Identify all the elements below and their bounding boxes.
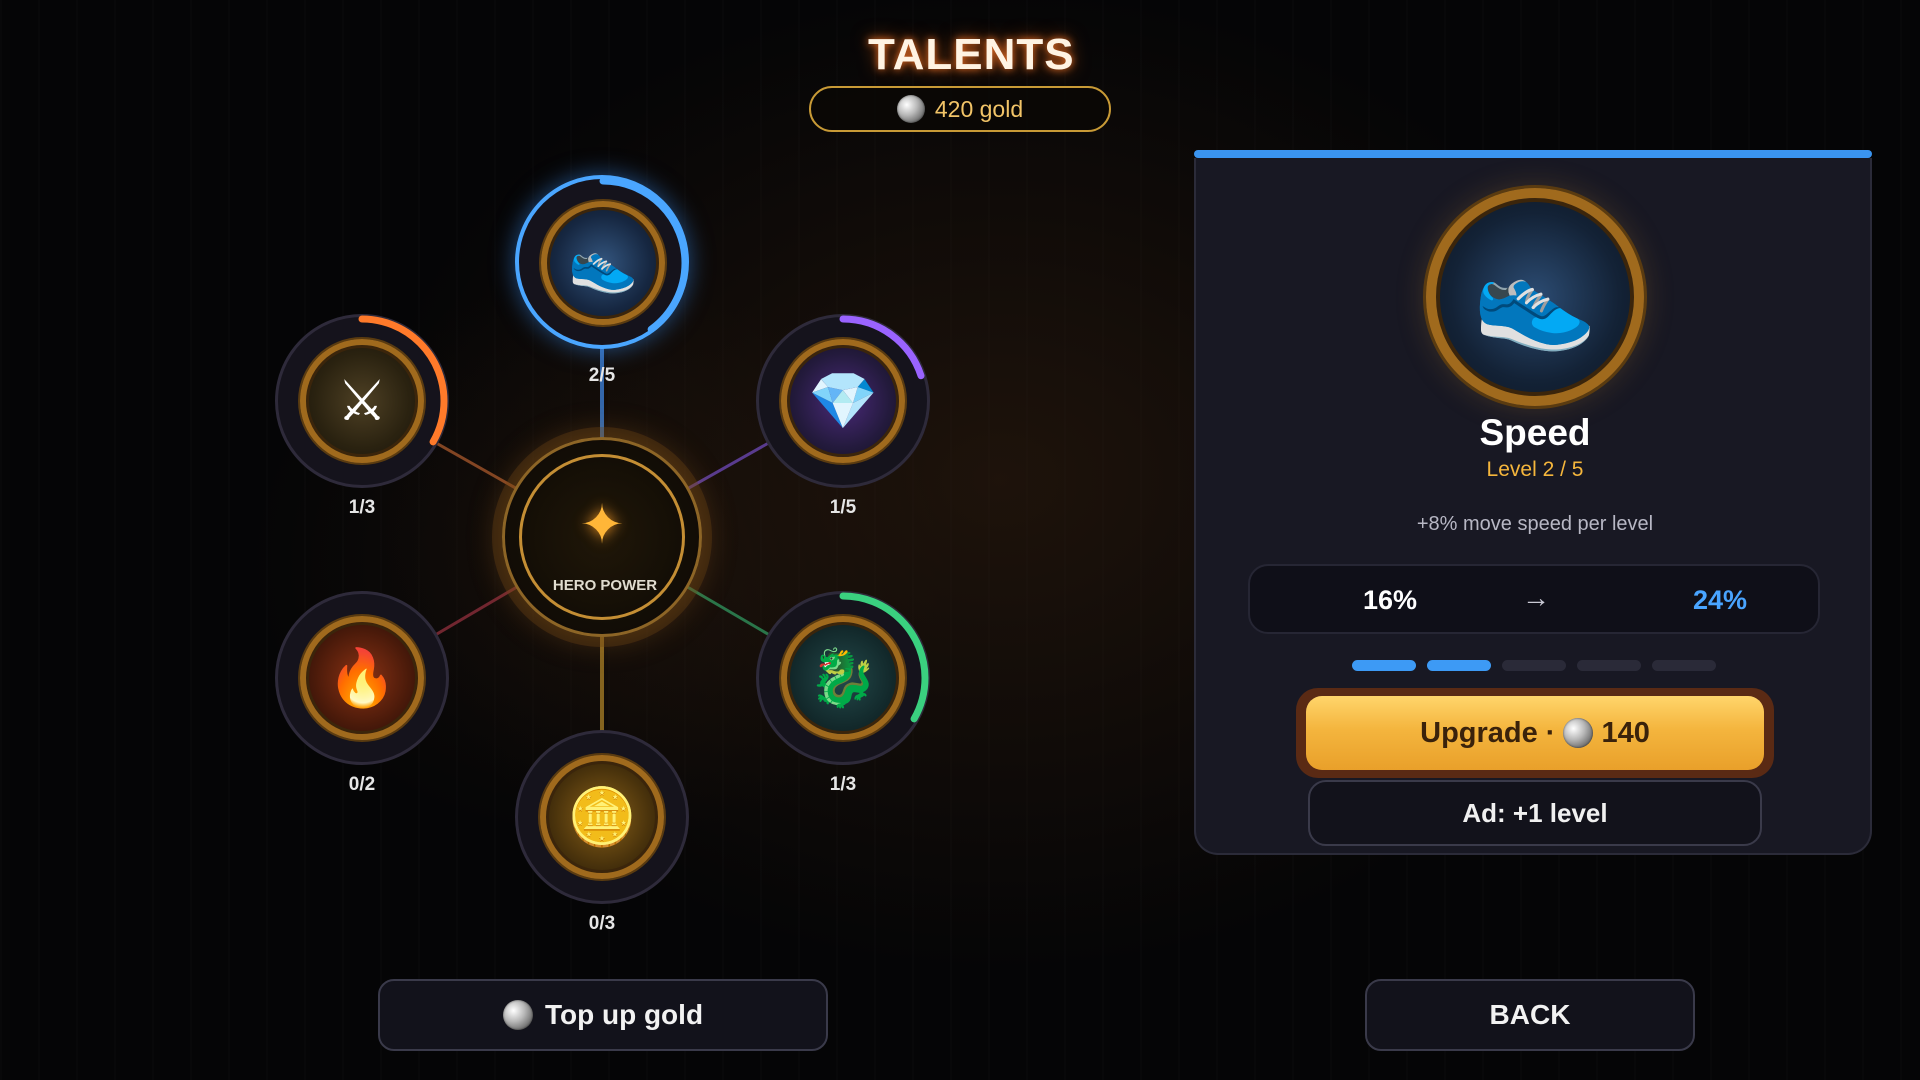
level-pip [1652, 660, 1716, 671]
upgrade-button[interactable]: Upgrade · 140 [1296, 688, 1774, 778]
talent-level-lightning-sword: 1/3 [348, 497, 376, 518]
coin-icon [502, 1000, 533, 1030]
talent-level-speed: 2/5 [588, 365, 616, 386]
talent-detail-panel: 👟 Speed Level 2 / 5 +8% move speed per l… [1194, 158, 1872, 855]
talent-progress-stroke [276, 315, 448, 487]
talent-node-gold-pile[interactable]: 🪙 [515, 730, 689, 904]
talent-level-gold-pile: 0/3 [588, 913, 616, 934]
level-pips [1352, 660, 1718, 672]
current-value: 16% [1362, 585, 1418, 615]
talent-progress-stroke [517, 177, 689, 349]
talent-level-crystal: 1/5 [829, 497, 857, 518]
talent-level-fire-heart: 0/2 [348, 774, 376, 795]
level-pip [1352, 660, 1416, 671]
talent-progress-arc [276, 315, 448, 487]
hub-label: HERO POWER [552, 577, 658, 594]
hero-power-hub: ✦ HERO POWER [502, 437, 702, 637]
talent-node-crystal[interactable]: 💎 [756, 314, 930, 488]
sparkle-icon: ✦ [579, 495, 625, 555]
talent-progress-stroke [757, 592, 929, 764]
talent-progress-arc [757, 315, 929, 487]
top-up-gold-button[interactable]: Top up gold [378, 979, 828, 1051]
talent-node-dragon[interactable]: 🐉 [756, 591, 930, 765]
talent-node-speed[interactable]: 👟 [515, 175, 689, 349]
arrow-right-icon: → [1522, 582, 1550, 613]
fire-heart-icon: 🔥 [300, 616, 424, 740]
upgrade-cost: 140 [1601, 716, 1650, 749]
talent-progress-arc [757, 592, 929, 764]
talent-node-fire-heart[interactable]: 🔥 [275, 591, 449, 765]
back-button[interactable]: BACK [1365, 979, 1695, 1051]
talent-description: +8% move speed per level [1416, 513, 1654, 535]
next-value: 24% [1692, 585, 1748, 615]
talent-name: Speed [1479, 412, 1591, 453]
gold-pile-icon: 🪙 [540, 755, 664, 879]
talent-level-dragon: 1/3 [829, 774, 857, 795]
level-pip [1502, 660, 1566, 671]
panel-accent-bar [1194, 150, 1872, 158]
talent-node-lightning-sword[interactable]: ⚔ [275, 314, 449, 488]
level-pip [1577, 660, 1641, 671]
talent-level: Level 2 / 5 [1486, 458, 1584, 481]
top-up-gold-label: Top up gold [544, 999, 704, 1030]
stat-comparison: 16% → 24% [1248, 564, 1820, 634]
ad-level-button[interactable]: Ad: +1 level [1308, 780, 1762, 846]
upgrade-label: Upgrade · [1420, 716, 1556, 749]
coin-icon [1563, 718, 1594, 748]
upgrade-button-face: Upgrade · 140 [1306, 696, 1764, 770]
level-pip [1427, 660, 1491, 671]
talent-progress-stroke [757, 315, 929, 487]
talent-progress-arc [517, 177, 689, 349]
winged-boot-icon: 👟 [1426, 188, 1644, 406]
